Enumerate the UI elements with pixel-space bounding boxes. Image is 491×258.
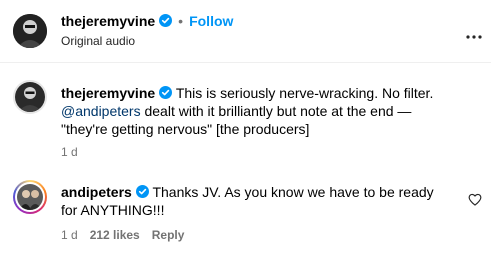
comment-text-line2: dealt with it brilliantly but note at th… [140,103,412,119]
comment-username[interactable]: thejeremyvine [61,85,155,101]
verified-badge-icon [159,86,173,99]
comment-body: thejeremyvine This is seriously nerve-wr… [61,84,433,138]
header-username[interactable]: thejeremyvine [61,13,155,29]
reply-button[interactable]: Reply [152,228,185,242]
header-divider [0,62,491,63]
reply-text-line1: Thanks JV. As you know we have to be rea… [152,184,434,200]
heart-outline-icon[interactable] [468,193,482,206]
follow-button[interactable]: Follow [189,13,233,29]
reply-timestamp[interactable]: 1 d [61,228,78,242]
reply-body: andipeters Thanks JV. As you know we hav… [61,183,434,219]
reply-text-line2: for ANYTHING!!! [61,202,165,218]
mention-link[interactable]: @andipeters [61,103,141,119]
comment-meta: 1 d [61,145,90,159]
audio-subtitle[interactable]: Original audio [61,34,135,48]
header-separator: • [178,13,184,29]
likes-count[interactable]: 212 likes [90,228,140,242]
header-avatar[interactable] [13,14,47,48]
verified-badge-icon [135,185,149,198]
reply-username[interactable]: andipeters [61,184,132,200]
reply-avatar[interactable] [13,180,47,214]
header-title-row: thejeremyvine • Follow [61,13,233,31]
more-options-icon[interactable] [466,27,482,39]
comment-text-line3: "they're getting nervous" [the producers… [61,121,310,137]
verified-badge-icon [159,14,173,27]
comment-timestamp[interactable]: 1 d [61,145,78,159]
reply-meta: 1 d 212 likes Reply [61,228,196,242]
comment-text-line1: This is seriously nerve-wracking. No fil… [175,85,434,101]
comment-avatar[interactable] [13,80,47,114]
